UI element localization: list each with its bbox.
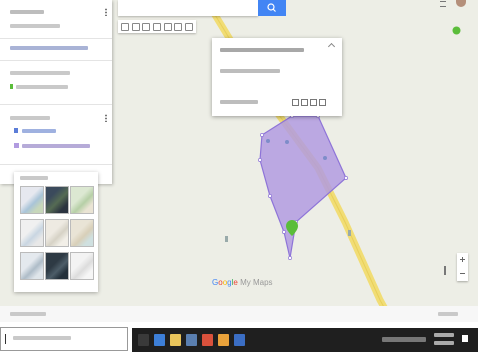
clock-placeholder[interactable] xyxy=(434,333,454,337)
map-title-placeholder xyxy=(10,10,44,14)
divider xyxy=(0,38,112,39)
search-button[interactable] xyxy=(258,0,286,16)
layer-1-marker-icon xyxy=(10,84,13,89)
taskbar-search-input[interactable] xyxy=(0,327,128,351)
layer-2-item-2-placeholder[interactable] xyxy=(22,144,90,148)
google-my-maps-logo: Google My Maps xyxy=(212,278,273,287)
directions-icon[interactable] xyxy=(174,22,183,31)
store-icon[interactable] xyxy=(186,334,197,346)
basemap-map[interactable] xyxy=(20,186,44,214)
feature-footer-placeholder xyxy=(220,100,258,104)
word-icon[interactable] xyxy=(234,334,245,346)
divider xyxy=(0,164,112,165)
basemap-terrain[interactable] xyxy=(70,186,94,214)
hand-icon[interactable] xyxy=(142,22,151,31)
delete-icon[interactable] xyxy=(319,99,326,106)
tray-icons[interactable] xyxy=(382,337,426,342)
date-placeholder[interactable] xyxy=(434,341,454,345)
divider xyxy=(0,104,112,105)
zoom-out-button[interactable] xyxy=(460,273,465,274)
divider xyxy=(0,60,112,61)
drawn-polygon xyxy=(259,115,347,259)
taskbar xyxy=(0,322,478,355)
feature-title-placeholder xyxy=(220,48,304,52)
edge-icon[interactable] xyxy=(154,334,165,346)
basemap-simple-atlas[interactable] xyxy=(70,219,94,247)
status-strip xyxy=(0,306,478,322)
undo-icon[interactable] xyxy=(121,22,130,31)
basemap-picker xyxy=(14,172,98,292)
basemap-label-placeholder xyxy=(20,176,48,180)
polygon-swatch-icon xyxy=(14,143,19,148)
chrome-icon[interactable] xyxy=(218,334,229,346)
map-marker-icon[interactable] xyxy=(286,220,298,236)
taskbar-apps xyxy=(132,328,478,352)
apps-grid-icon[interactable] xyxy=(440,1,446,7)
ruler-icon[interactable] xyxy=(184,22,193,31)
map-toolbar xyxy=(118,20,196,33)
search-placeholder-bar xyxy=(13,336,71,340)
subtitle-placeholder xyxy=(10,24,60,28)
office-icon[interactable] xyxy=(202,334,213,346)
file-explorer-icon[interactable] xyxy=(170,334,181,346)
layer-2-item-1-placeholder[interactable] xyxy=(22,129,56,133)
zoom-in-vertical xyxy=(462,257,463,262)
feature-info-card xyxy=(212,38,342,116)
marker-icon[interactable] xyxy=(152,22,161,31)
close-icon[interactable] xyxy=(327,42,336,51)
search-icon xyxy=(267,3,276,12)
poi-icon[interactable] xyxy=(348,230,351,236)
search-input[interactable] xyxy=(118,0,258,16)
basemap-light-political[interactable] xyxy=(20,219,44,247)
left-panel xyxy=(0,0,112,184)
basemap-whitewater[interactable] xyxy=(70,252,94,280)
status-left-placeholder[interactable] xyxy=(10,312,46,316)
actions-placeholder[interactable] xyxy=(10,46,88,50)
basemap-dark-landmass[interactable] xyxy=(45,252,69,280)
status-right-placeholder[interactable] xyxy=(438,312,458,316)
style-bucket-icon[interactable] xyxy=(292,99,299,106)
windows-logo-icon[interactable] xyxy=(5,334,6,344)
style-icon[interactable] xyxy=(14,128,18,133)
cortana-icon[interactable] xyxy=(138,334,149,346)
notifications-icon[interactable] xyxy=(462,335,468,342)
basemap-satellite[interactable] xyxy=(45,186,69,214)
redo-icon[interactable] xyxy=(131,22,140,31)
map-menu-icon[interactable] xyxy=(105,8,107,16)
pegman-icon[interactable] xyxy=(444,266,446,275)
layer-1-title-placeholder[interactable] xyxy=(10,71,70,75)
poi-icon[interactable] xyxy=(225,236,228,242)
line-icon[interactable] xyxy=(163,22,172,31)
layer-menu-icon[interactable] xyxy=(105,114,107,122)
poi-marker-icon[interactable] xyxy=(452,26,461,36)
layer-2-title-placeholder[interactable] xyxy=(10,116,50,120)
basemap-mono-city[interactable] xyxy=(45,219,69,247)
basemap-light-landmass[interactable] xyxy=(20,252,44,280)
edit-icon[interactable] xyxy=(301,99,308,106)
layer-1-item-placeholder[interactable] xyxy=(16,85,68,89)
feature-description-placeholder xyxy=(220,69,280,73)
image-icon[interactable] xyxy=(310,99,317,106)
zoom-control xyxy=(457,253,468,281)
